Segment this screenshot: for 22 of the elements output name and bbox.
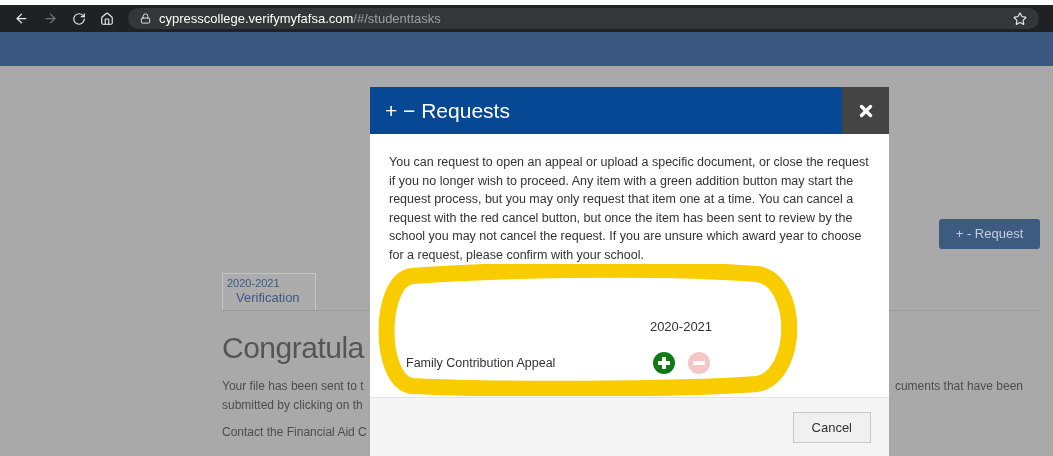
paragraph-line: Your file has been sent to t: [222, 378, 364, 395]
column-header: 2020-2021: [648, 317, 714, 336]
dialog-title: + − Requests: [385, 97, 510, 124]
url-text: cypresscollege.verifymyfafsa.com/#/studenttasks: [159, 9, 441, 28]
tab-label: Verification: [235, 290, 301, 306]
close-button[interactable]: [842, 87, 889, 134]
dialog-description: You can request to open an appeal or upload a specific document, or close the request if you no longer wish to proceed. Any item with a green addition button may start the request process, but you may only request that item one at a time. You can cancel a request with the red cancel button, but once the item has been sent to review by the school you may not cancel the request. If you are unsure which award year to choose for a request, please confirm with your school.: [389, 154, 870, 264]
cancel-button[interactable]: Cancel: [792, 412, 871, 443]
bookmark-star-icon[interactable]: [1013, 11, 1027, 26]
contact-text: Contact the Financial Aid C: [222, 424, 367, 441]
add-icon[interactable]: [652, 352, 675, 375]
paragraph-line: submitted by clicking on th: [222, 397, 364, 414]
lock-icon: [140, 13, 151, 24]
tab-year: 2020-2021: [227, 277, 281, 290]
reload-icon[interactable]: [72, 11, 86, 26]
congratulations-heading: Congratula: [222, 330, 364, 366]
request-button[interactable]: + - Request: [939, 219, 1040, 249]
address-bar[interactable]: cypresscollege.verifymyfafsa.com/#/studenttasks: [128, 8, 1039, 29]
back-icon[interactable]: [14, 11, 29, 26]
paragraph-line: cuments that have been: [894, 378, 1023, 395]
home-icon[interactable]: [100, 11, 114, 26]
request-item-label: Family Contribution Appeal: [406, 354, 557, 372]
